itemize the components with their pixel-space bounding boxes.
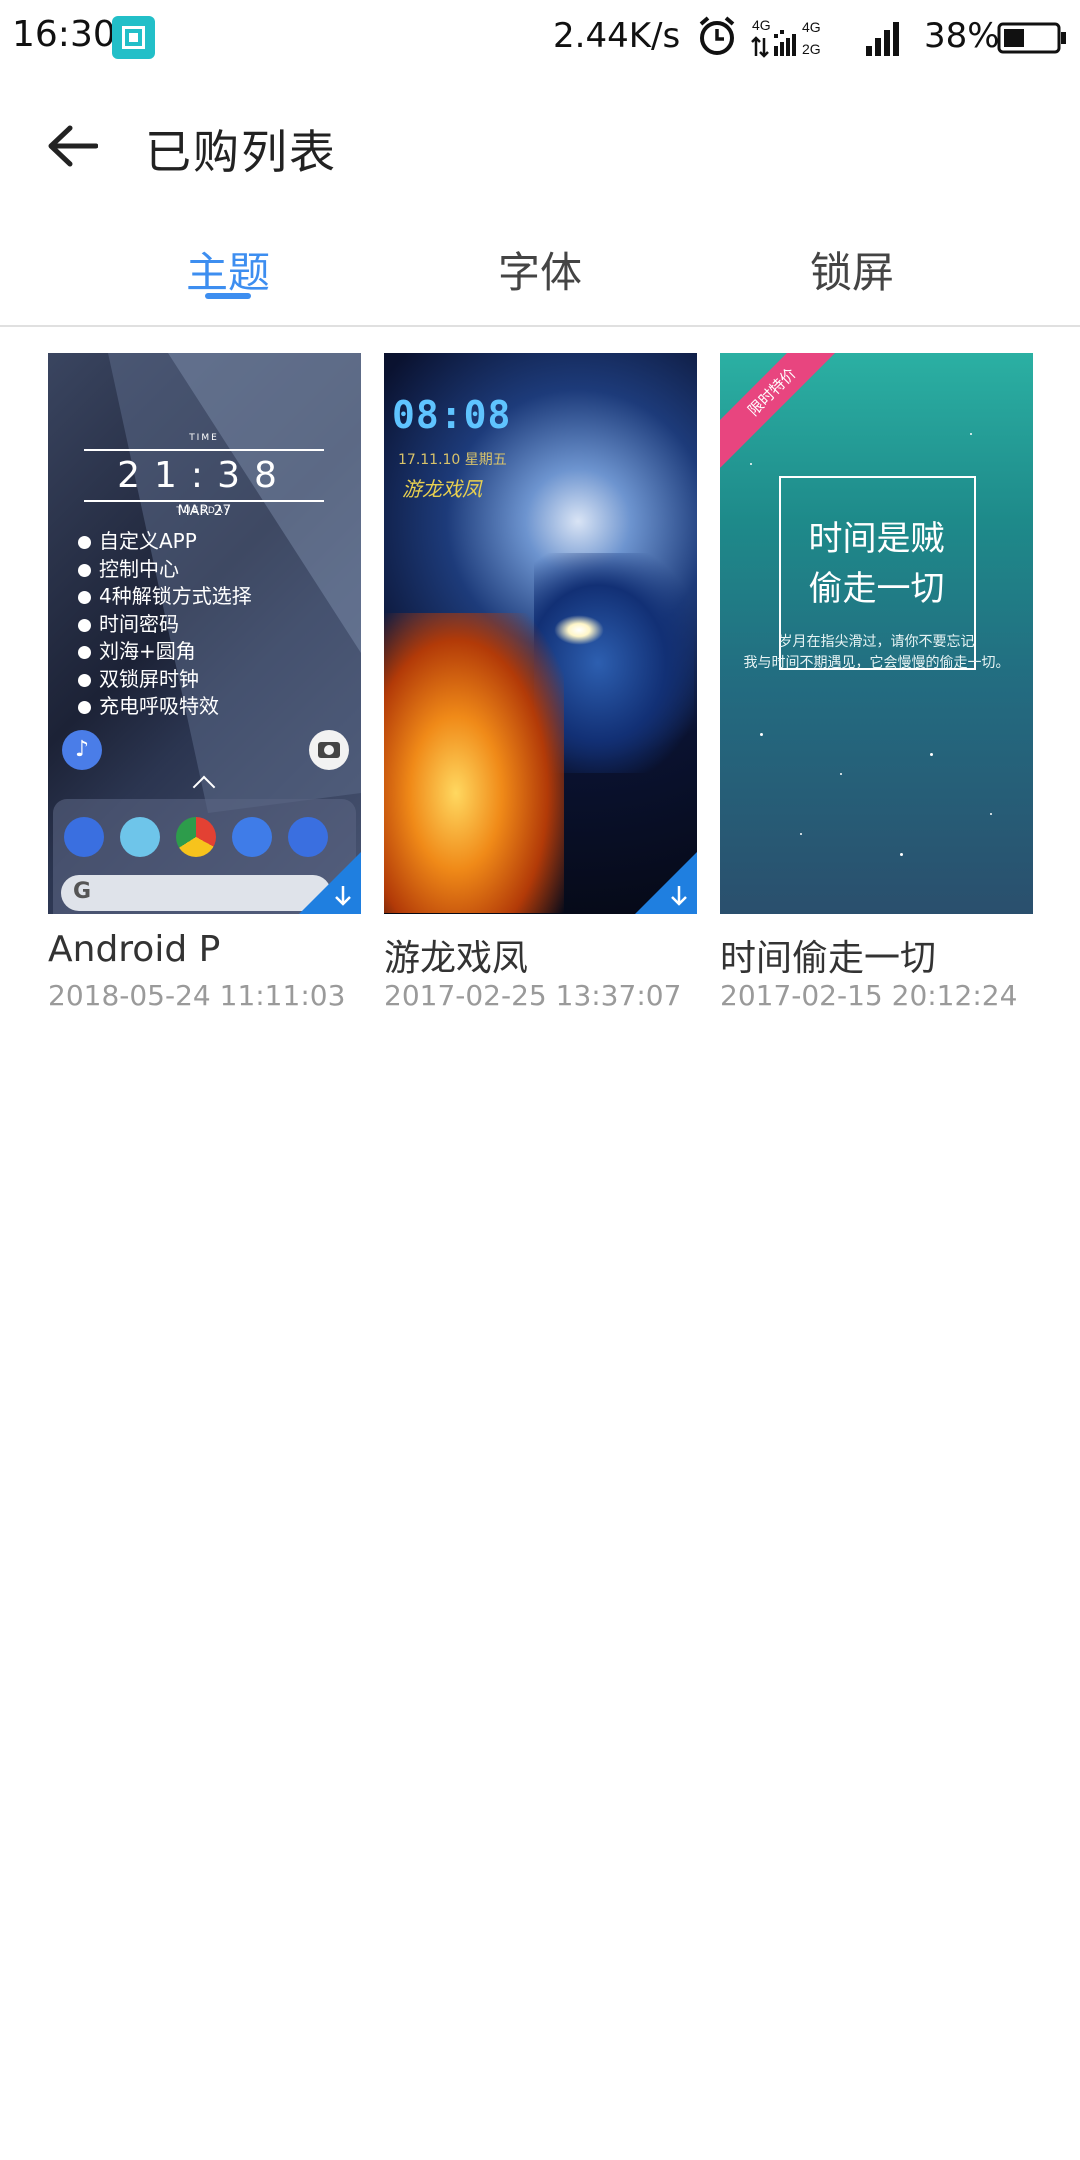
theme-card-android-p[interactable]: TIME 21:38 TUESDAY MAR 27 自定义APP 控制中心 4种… [48,353,361,1012]
browser-app-icon [120,817,160,857]
tab-indicator [205,293,251,299]
star [840,773,842,775]
star [760,733,763,736]
feature-item: 充电呼吸特效 [78,693,252,721]
star [800,833,802,835]
preview-date: 17.11.10 星期五 [398,452,507,468]
theme-card-time-thief[interactable]: 限时特价 时间是贼 偷走一切 岁月在指尖滑过，请你不要忘记 我与时间不期遇见，它… [720,353,1033,1012]
theme-thumbnail[interactable]: TIME 21:38 TUESDAY MAR 27 自定义APP 控制中心 4种… [48,353,361,914]
chrome-app-icon [176,817,216,857]
battery-icon [997,22,1066,54]
download-badge [635,852,697,914]
app-header: 已购列表 [0,100,1080,190]
alarm-icon [699,16,735,55]
music-note-icon: ♪ [62,730,102,770]
theme-thumbnail[interactable]: 08:08 17.11.10 星期五 游龙戏凤 [384,353,697,914]
theme-card-dragon-phoenix[interactable]: 08:08 17.11.10 星期五 游龙戏凤 游龙戏凤 2017-02-25 … [384,353,697,1012]
theme-name: 游龙戏凤 [384,938,529,979]
preview-feature-list: 自定义APP 控制中心 4种解锁方式选择 时间密码 刘海+圆角 双锁屏时钟 充电… [78,528,252,721]
feature-item: 自定义APP [78,528,252,556]
network-4g-icon: 4G 4G 2G [751,17,821,58]
star [990,813,992,815]
star [900,853,903,856]
feature-item: 控制中心 [78,556,252,584]
theme-thumbnail[interactable]: 限时特价 时间是贼 偷走一切 岁月在指尖滑过，请你不要忘记 我与时间不期遇见，它… [720,353,1033,914]
google-logo-icon: G [73,879,92,904]
signal-icon [866,22,899,56]
purchase-date: 2017-02-25 13:37:07 [384,979,682,1012]
network-speed: 2.44K/s [553,16,681,56]
preview-time-label: TIME [189,433,219,443]
download-icon [299,852,361,914]
preview-time: 08:08 [392,393,512,437]
download-icon [635,852,697,914]
tab-fonts[interactable]: 字体 [440,239,640,300]
messages-app-icon [288,817,328,857]
status-time: 16:30 [12,14,116,55]
net1-label: 4G [752,17,771,33]
tab-lockscreen[interactable]: 锁屏 [752,239,952,300]
phone-app-icon [64,817,104,857]
preview-time: 21:38 [84,449,324,502]
feature-item: 刘海+圆角 [78,638,252,666]
preview-flash [554,615,604,645]
preview-subline2: 我与时间不期遇见，它会慢慢的偷走一切。 [743,655,1010,671]
star [970,433,972,435]
purchase-date: 2018-05-24 11:11:03 [48,979,346,1012]
feature-item: 双锁屏时钟 [78,666,252,694]
purchase-date: 2017-02-15 20:12:24 [720,979,1018,1012]
preview-search-bar: G [61,875,331,911]
screen-capture-icon [112,16,155,59]
tab-bar: 主题 字体 锁屏 [0,225,1080,327]
feature-item: 时间密码 [78,611,252,639]
sale-ribbon: 限时特价 [720,353,848,468]
preview-subline1: 岁月在指尖滑过，请你不要忘记 [778,634,975,650]
page-title: 已购列表 [145,125,337,179]
feature-item: 4种解锁方式选择 [78,583,252,611]
preview-line1: 时间是贼 [808,519,945,559]
camera-icon [309,730,349,770]
net2-top-label: 4G [802,19,821,35]
status-bar: 16:30 2.44K/s 4G 4G 2G 38% [0,0,1080,76]
theme-name: 时间偷走一切 [720,938,937,979]
preview-phoenix-shape [384,613,564,913]
preview-title: 游龙戏凤 [402,477,482,501]
preview-date: MAR 27 [177,503,232,519]
star [750,463,752,465]
star [930,753,933,756]
download-badge [299,852,361,914]
battery-percent: 38% [924,16,1000,56]
arrow-left-icon [48,125,98,167]
net2-bottom-label: 2G [802,41,821,57]
back-button[interactable] [40,114,104,178]
tab-themes[interactable]: 主题 [128,239,328,300]
preview-line2: 偷走一切 [808,569,945,609]
settings-app-icon [232,817,272,857]
theme-name: Android P [48,929,221,970]
